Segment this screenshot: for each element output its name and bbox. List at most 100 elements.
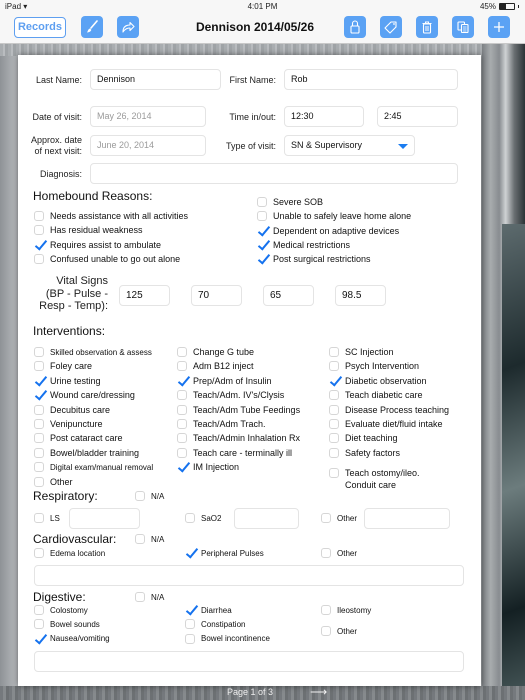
checkmark-icon[interactable] xyxy=(34,376,44,386)
checkbox-urine-testing[interactable]: Urine testing xyxy=(34,376,101,386)
records-button[interactable]: Records xyxy=(14,17,66,38)
checkbox-teach-ostomy[interactable]: Teach ostomy/ileo. Conduit care xyxy=(329,467,420,491)
bp-field[interactable]: 125 xyxy=(119,285,170,306)
digestive-notes-field[interactable] xyxy=(34,651,464,672)
checkbox-teach-diabetic-care[interactable]: Teach diabetic care xyxy=(329,390,423,401)
checkbox-diabetic-observation[interactable]: Diabetic observation xyxy=(329,376,427,386)
respiratory-other[interactable]: Other xyxy=(321,513,357,523)
pulse-field[interactable]: 70 xyxy=(191,285,242,306)
checkbox-has-residual-weakness[interactable]: Has residual weakness xyxy=(34,225,143,236)
checkbox-confused-unable-to-go-out-alone[interactable]: Confused unable to go out alone xyxy=(34,253,180,264)
lock-button[interactable] xyxy=(344,16,366,38)
checkbox[interactable] xyxy=(329,390,339,401)
sao2-field[interactable] xyxy=(234,508,299,529)
checkbox-prep-adm-of-insulin[interactable]: Prep/Adm of Insulin xyxy=(177,376,272,386)
respiratory-ls[interactable]: LS xyxy=(34,513,60,523)
checkbox-teach-admin-inhalation-rx[interactable]: Teach/Admin Inhalation Rx xyxy=(177,433,300,444)
checkbox[interactable] xyxy=(34,476,44,487)
checkbox[interactable] xyxy=(329,468,339,478)
trash-button[interactable] xyxy=(416,16,438,38)
checkmark-icon[interactable] xyxy=(177,376,187,386)
checkmark-icon[interactable] xyxy=(185,548,195,558)
checkbox[interactable] xyxy=(321,605,331,615)
respiratory-na[interactable]: N/A xyxy=(135,491,164,501)
paintbrush-button[interactable] xyxy=(81,16,103,38)
add-button[interactable] xyxy=(488,16,510,38)
checkbox-diet-teaching[interactable]: Diet teaching xyxy=(329,433,398,444)
checkbox-safety-factors[interactable]: Safety factors xyxy=(329,447,400,458)
checkbox[interactable] xyxy=(321,548,331,558)
checkbox-nausea-vomiting[interactable]: Nausea/vomiting xyxy=(34,634,110,644)
checkbox-colostomy[interactable]: Colostomy xyxy=(34,605,88,615)
checkbox-teach-adm-tube-feedings[interactable]: Teach/Adm Tube Feedings xyxy=(177,404,300,415)
checkbox[interactable] xyxy=(177,390,187,401)
checkbox[interactable] xyxy=(329,347,339,357)
checkbox[interactable] xyxy=(34,404,44,415)
checkbox-teach-adm-trach[interactable]: Teach/Adm Trach. xyxy=(177,419,266,429)
checkbox[interactable] xyxy=(34,548,44,558)
checkbox-wound-care-dressing[interactable]: Wound care/dressing xyxy=(34,390,135,400)
checkbox-teach-adm-iv-s-clysis[interactable]: Teach/Adm. IV's/Clysis xyxy=(177,390,284,401)
temp-field[interactable]: 98.5 xyxy=(335,285,386,306)
diagnosis-field[interactable] xyxy=(90,163,458,184)
last-name-field[interactable]: Dennison xyxy=(90,69,221,90)
checkbox[interactable] xyxy=(135,592,145,602)
checkbox[interactable] xyxy=(34,513,44,523)
checkbox-skilled-observation-assess[interactable]: Skilled observation & assess xyxy=(34,347,152,357)
checkbox-needs-assistance-with-all-activities[interactable]: Needs assistance with all activities xyxy=(34,211,188,221)
checkbox[interactable] xyxy=(34,605,44,615)
checkmark-icon[interactable] xyxy=(34,634,44,644)
checkbox-other[interactable]: Other xyxy=(321,548,357,558)
ls-field[interactable] xyxy=(69,508,140,529)
next-visit-date-field[interactable]: June 20, 2014 xyxy=(90,135,206,156)
checkbox[interactable] xyxy=(34,419,44,429)
checkbox-evaluate-diet-fluid-intake[interactable]: Evaluate diet/fluid intake xyxy=(329,419,443,429)
resp-field[interactable]: 65 xyxy=(263,285,314,306)
checkbox[interactable] xyxy=(185,513,195,523)
checkbox-unable-to-safely-leave-home-alone[interactable]: Unable to safely leave home alone xyxy=(257,211,411,222)
checkbox[interactable] xyxy=(329,419,339,429)
checkbox-digestive-ileostomy[interactable]: Ileostomy xyxy=(321,605,371,615)
checkbox-edema-location[interactable]: Edema location xyxy=(34,548,105,558)
arrow-right-icon[interactable]: ⟶ xyxy=(310,685,327,699)
checkmark-icon[interactable] xyxy=(257,254,267,264)
checkbox-bowel-bladder-training[interactable]: Bowel/bladder training xyxy=(34,447,139,458)
checkbox-change-g-tube[interactable]: Change G tube xyxy=(177,347,254,357)
checkbox[interactable] xyxy=(321,626,331,636)
checkbox-peripheral-pulses[interactable]: Peripheral Pulses xyxy=(185,548,264,558)
time-out-field[interactable]: 2:45 xyxy=(377,106,458,127)
checkmark-icon[interactable] xyxy=(177,462,187,472)
checkbox[interactable] xyxy=(34,361,44,372)
checkbox-post-surgical-restrictions[interactable]: Post surgical restrictions xyxy=(257,254,371,264)
checkbox[interactable] xyxy=(329,433,339,444)
checkbox[interactable] xyxy=(34,447,44,458)
checkbox[interactable] xyxy=(185,619,195,630)
checkmark-icon[interactable] xyxy=(257,226,267,236)
checkbox-other[interactable]: Other xyxy=(34,476,73,487)
checkbox[interactable] xyxy=(135,491,145,501)
checkbox[interactable] xyxy=(34,433,44,444)
checkbox-requires-assist-to-ambulate[interactable]: Requires assist to ambulate xyxy=(34,240,161,250)
cardiovascular-na[interactable]: N/A xyxy=(135,534,164,544)
checkbox[interactable] xyxy=(34,211,44,221)
checkbox[interactable] xyxy=(177,447,187,458)
checkbox[interactable] xyxy=(177,433,187,444)
checkbox-disease-process-teaching[interactable]: Disease Process teaching xyxy=(329,404,449,415)
copy-button[interactable] xyxy=(452,16,474,38)
checkbox[interactable] xyxy=(177,404,187,415)
checkmark-icon[interactable] xyxy=(257,240,267,250)
checkbox-sc-injection[interactable]: SC Injection xyxy=(329,347,394,357)
checkbox-bowel-sounds[interactable]: Bowel sounds xyxy=(34,619,100,630)
checkbox-bowel-incontinence[interactable]: Bowel incontinence xyxy=(185,633,270,644)
type-of-visit-dropdown[interactable]: SN & Supervisory xyxy=(284,135,415,156)
checkbox[interactable] xyxy=(34,619,44,630)
checkbox[interactable] xyxy=(135,534,145,544)
checkbox[interactable] xyxy=(329,447,339,458)
digestive-na[interactable]: N/A xyxy=(135,592,164,602)
checkbox-im-injection[interactable]: IM Injection xyxy=(177,462,239,472)
checkbox[interactable] xyxy=(329,404,339,415)
checkbox[interactable] xyxy=(177,347,187,357)
checkbox-psych-intervention[interactable]: Psych Intervention xyxy=(329,361,419,372)
checkbox-venipuncture[interactable]: Venipuncture xyxy=(34,419,103,429)
checkbox-constipation[interactable]: Constipation xyxy=(185,619,245,630)
